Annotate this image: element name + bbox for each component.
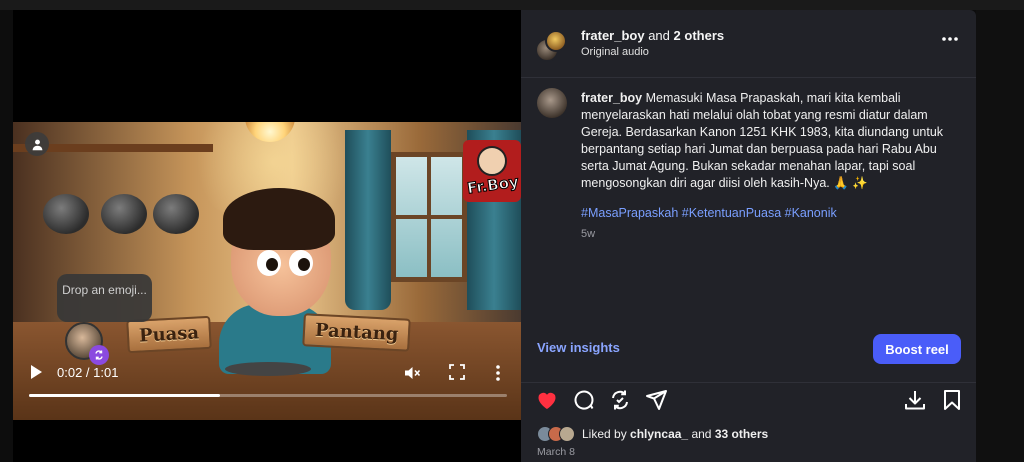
video-time: 0:02 / 1:01: [57, 365, 119, 380]
video-player[interactable]: Puasa Pantang Fr.Boy Drop an emoji... 0:…: [13, 10, 521, 462]
right-rail: [976, 10, 1024, 462]
share-button[interactable]: [644, 388, 668, 412]
liked-by-and: and: [691, 427, 712, 441]
bookmark-icon: [944, 390, 960, 410]
pan-graphic: [43, 194, 89, 234]
like-button[interactable]: [535, 388, 559, 412]
caption-username[interactable]: frater_boy: [581, 91, 642, 105]
emoji-reaction-prompt[interactable]: Drop an emoji...: [57, 274, 152, 322]
liked-by-prefix: Liked by: [582, 427, 627, 441]
author-username[interactable]: frater_boy: [581, 28, 645, 43]
collab-avatars[interactable]: [535, 30, 567, 62]
more-icon[interactable]: [495, 364, 501, 382]
caption: frater_boy Memasuki Masa Prapaskah, mari…: [581, 90, 953, 192]
fullscreen-icon[interactable]: [449, 364, 465, 380]
repost-button[interactable]: [608, 388, 632, 412]
progress-bar[interactable]: [29, 394, 507, 397]
likes-summary: Liked by chlyncaa_ and 33 others: [537, 424, 768, 444]
heart-icon: [538, 392, 556, 409]
top-bar: [0, 0, 1024, 10]
boy-eye: [289, 250, 313, 276]
repost-icon: [612, 390, 628, 410]
avatar[interactable]: [537, 88, 567, 118]
comment-icon: [574, 390, 594, 410]
audio-link[interactable]: Original audio: [581, 46, 649, 58]
mute-icon[interactable]: [403, 364, 421, 382]
view-insights-link[interactable]: View insights: [537, 340, 620, 355]
pan-graphic: [101, 194, 147, 234]
boy-hair: [223, 188, 335, 250]
likes-text: Liked by chlyncaa_ and 33 others: [582, 427, 768, 441]
share-icon: [646, 390, 667, 410]
avatar: [545, 30, 567, 52]
progress-fill: [29, 394, 221, 397]
post-header: frater_boy and 2 others Original audio: [521, 10, 976, 78]
post-panel: frater_boy and 2 others Original audio f…: [521, 10, 976, 462]
pan-graphic: [153, 194, 199, 234]
logo-text: Fr.Boy: [465, 172, 520, 198]
boost-reel-button[interactable]: Boost reel: [873, 334, 961, 364]
boy-eye: [257, 250, 281, 276]
window-graphic: [391, 152, 467, 282]
comment-button[interactable]: [572, 388, 596, 412]
caption-hashtags[interactable]: #MasaPrapaskah #KetentuanPuasa #Kanonik: [581, 206, 837, 220]
video-controls: 0:02 / 1:01: [13, 348, 521, 408]
liked-by-others[interactable]: 33 others: [715, 427, 768, 441]
tagged-user-button[interactable]: [25, 132, 49, 156]
authors-and: and: [648, 28, 670, 43]
logo-face: [477, 146, 507, 176]
download-icon: [905, 391, 925, 410]
post-authors[interactable]: frater_boy and 2 others: [581, 28, 724, 43]
download-button[interactable]: [903, 388, 927, 412]
more-options-icon[interactable]: [941, 36, 959, 42]
avatar: [559, 426, 575, 442]
play-icon[interactable]: [29, 364, 43, 380]
save-button[interactable]: [940, 388, 964, 412]
liked-by-user[interactable]: chlyncaa_: [630, 427, 688, 441]
user-icon: [32, 139, 42, 150]
caption-text: Memasuki Masa Prapaskah, mari kita kemba…: [581, 91, 944, 190]
authors-others[interactable]: 2 others: [674, 28, 725, 43]
curtain-left: [345, 130, 391, 310]
action-bar: [521, 382, 976, 416]
channel-logo: Fr.Boy: [463, 140, 521, 202]
sign-pantang: Pantang: [302, 313, 412, 352]
post-age: 5w: [581, 228, 596, 240]
post-date: March 8: [537, 446, 575, 458]
